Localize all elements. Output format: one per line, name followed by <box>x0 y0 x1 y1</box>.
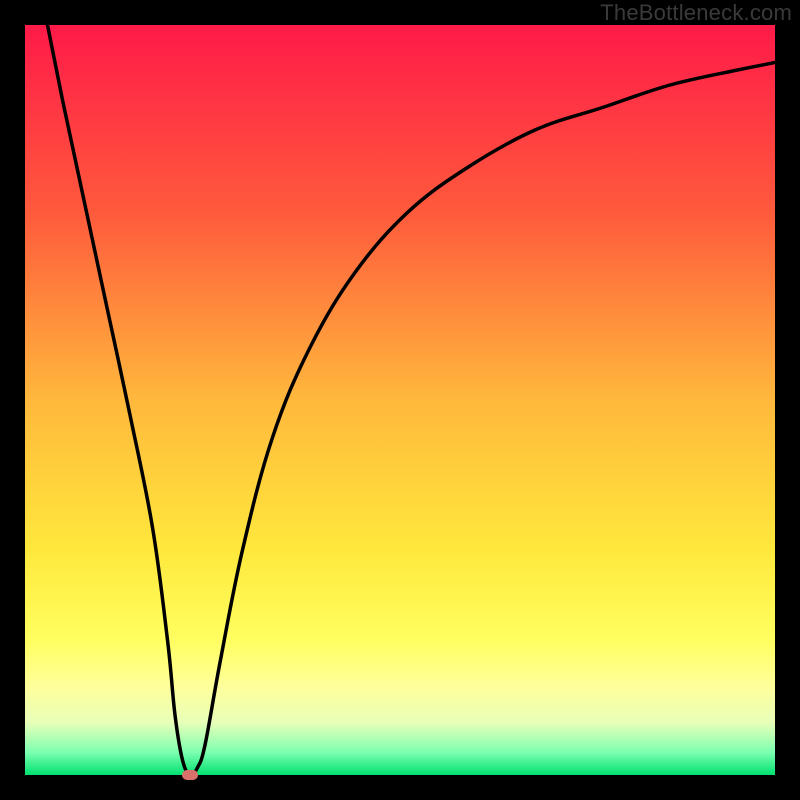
bottleneck-curve <box>48 25 776 775</box>
curve-layer <box>25 25 775 775</box>
plot-area <box>25 25 775 775</box>
watermark: TheBottleneck.com <box>600 0 792 26</box>
optimal-point-marker <box>182 770 198 780</box>
chart-frame: TheBottleneck.com <box>0 0 800 800</box>
